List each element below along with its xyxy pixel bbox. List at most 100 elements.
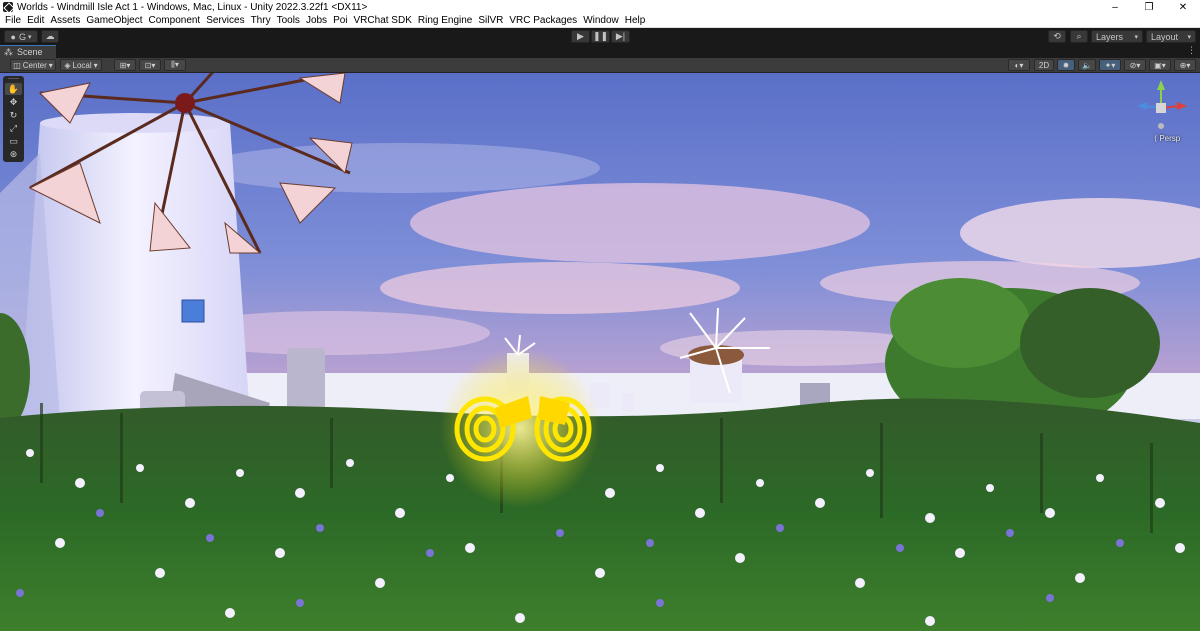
menu-ring-engine[interactable]: Ring Engine — [415, 15, 475, 26]
toggle-2d-button[interactable]: 2D — [1034, 59, 1054, 71]
menu-component[interactable]: Component — [146, 15, 204, 26]
scene-viewport[interactable] — [0, 73, 1200, 631]
eye-slash-icon: ⊘▾ — [1129, 60, 1141, 70]
camera-icon: ▣▾ — [1154, 60, 1166, 70]
rotate-tool-button[interactable]: ↻ — [5, 109, 22, 121]
lighting-toggle[interactable]: ✹ — [1057, 59, 1075, 71]
account-label: G — [18, 31, 26, 42]
menu-vrc-packages[interactable]: VRC Packages — [506, 15, 580, 26]
chevron-down-icon: ▾ — [48, 60, 53, 70]
hand-tool-button[interactable]: ✋ — [5, 83, 22, 95]
menu-thry[interactable]: Thry — [248, 15, 274, 26]
move-tool-button[interactable]: ✥ — [5, 96, 22, 108]
hidden-objects-toggle[interactable]: ⊘▾ — [1124, 59, 1146, 71]
cloud-button[interactable]: ☁ — [41, 30, 59, 43]
pivot-label: Center — [22, 60, 47, 70]
undo-history-button[interactable]: ⟲ — [1048, 30, 1066, 43]
hand-icon: ✋ — [7, 83, 20, 94]
effects-icon: ✦▾ — [1104, 60, 1116, 70]
step-button[interactable]: ▶| — [611, 30, 630, 43]
maximize-button[interactable]: ❐ — [1132, 0, 1166, 14]
account-dropdown[interactable]: ● G ▾ — [4, 30, 38, 43]
history-icon: ⟲ — [1053, 31, 1061, 41]
rect-icon: ▭ — [9, 135, 18, 146]
window-title: Worlds - Windmill Isle Act 1 - Windows, … — [17, 1, 368, 13]
draw-mode-dropdown[interactable]: ◐▾ — [1008, 59, 1030, 71]
layout-label: Layout — [1151, 31, 1179, 42]
transform-tool-button[interactable]: ⊛ — [5, 148, 22, 160]
menu-tools[interactable]: Tools — [274, 15, 303, 26]
rotate-icon: ↻ — [9, 109, 18, 120]
pivot-space-dropdown[interactable]: ◈ Local ▾ — [60, 59, 102, 71]
camera-settings-dropdown[interactable]: ▣▾ — [1149, 59, 1171, 71]
effects-dropdown[interactable]: ✦▾ — [1099, 59, 1121, 71]
grid-icon: ⊞▾ — [119, 60, 131, 70]
projection-label[interactable]: ⟨ Persp — [1154, 134, 1180, 143]
scale-tool-button[interactable]: ⤢ — [5, 122, 22, 134]
menu-gameobject[interactable]: GameObject — [83, 15, 145, 26]
menu-edit[interactable]: Edit — [24, 15, 47, 26]
rect-tool-button[interactable]: ▭ — [5, 135, 22, 147]
minimize-button[interactable]: – — [1098, 0, 1132, 14]
chevron-down-icon: ▾ — [93, 60, 98, 70]
menu-help[interactable]: Help — [622, 15, 649, 26]
gizmo-z-cone[interactable] — [1137, 102, 1147, 110]
shading-mode-icon: ◐▾ — [1014, 60, 1024, 70]
pivot-mode-dropdown[interactable]: ◫ Center ▾ — [10, 59, 56, 71]
main-toolbar: ● G ▾ ☁ ▶ ❚❚ ▶| ⟲ ⌕ Layers ▾ Layout ▾ — [0, 28, 1200, 45]
title-bar: Worlds - Windmill Isle Act 1 - Windows, … — [0, 0, 1200, 14]
projection-text: Persp — [1159, 134, 1181, 143]
play-icon: ▶ — [577, 31, 584, 41]
play-controls: ▶ ❚❚ ▶| — [571, 30, 630, 43]
unity-logo-icon — [3, 2, 13, 12]
menu-services[interactable]: Services — [203, 15, 247, 26]
local-space-icon: ◈ — [64, 60, 71, 70]
palette-grip[interactable] — [8, 78, 19, 82]
pivot-icon: ◫ — [13, 60, 21, 70]
gizmo-center-cube[interactable] — [1156, 103, 1166, 113]
pause-button[interactable]: ❚❚ — [591, 30, 610, 43]
menu-vrchat-sdk[interactable]: VRChat SDK — [351, 15, 415, 26]
audio-toggle[interactable]: 🔈 — [1078, 59, 1096, 71]
space-label: Local — [72, 60, 92, 70]
grid-visibility-button[interactable]: ⊡▾ — [139, 59, 161, 71]
gizmos-dropdown[interactable]: ⊕▾ — [1174, 59, 1196, 71]
scene-toolbar: ◫ Center ▾ ◈ Local ▾ ⊞▾ ⊡▾ ⫼▾ ◐▾ 2D ✹ 🔈 … — [0, 58, 1200, 73]
menu-silvr[interactable]: SilVR — [475, 15, 506, 26]
speaker-icon: 🔈 — [1082, 60, 1092, 70]
transform-icon: ⊛ — [9, 148, 18, 159]
light-bulb-icon: ✹ — [1062, 60, 1070, 70]
menu-assets[interactable]: Assets — [47, 15, 83, 26]
menu-poi[interactable]: Poi — [330, 15, 350, 26]
menu-file[interactable]: File — [2, 15, 24, 26]
chevron-down-icon: ▾ — [27, 33, 32, 41]
account-icon: ● — [10, 31, 16, 42]
tab-options-button[interactable]: ⋮ — [1187, 45, 1196, 56]
scale-icon: ⤢ — [9, 122, 18, 133]
tab-scene[interactable]: ⁂ Scene — [0, 45, 56, 58]
chevron-down-icon: ▾ — [1187, 33, 1191, 41]
gizmo-x-cone[interactable] — [1177, 102, 1187, 110]
gizmo-neg-y[interactable] — [1158, 123, 1164, 129]
layers-dropdown[interactable]: Layers ▾ — [1091, 30, 1143, 43]
scene-grid-icon: ⁂ — [4, 46, 13, 57]
cloud-icon: ☁ — [45, 31, 55, 41]
tools-palette: ✋ ✥ ↻ ⤢ ▭ ⊛ — [3, 76, 24, 162]
menu-window[interactable]: Window — [580, 15, 622, 26]
scene-tab-label: Scene — [17, 47, 43, 57]
play-button[interactable]: ▶ — [571, 30, 590, 43]
gizmos-icon: ⊕▾ — [1179, 60, 1191, 70]
layers-label: Layers — [1096, 31, 1124, 42]
grid-snap-button[interactable]: ⊞▾ — [114, 59, 136, 71]
layout-dropdown[interactable]: Layout ▾ — [1146, 30, 1196, 43]
pause-icon: ❚❚ — [592, 31, 609, 41]
increment-snap-button[interactable]: ⫼▾ — [164, 59, 186, 71]
move-icon: ✥ — [9, 96, 18, 107]
close-button[interactable]: ✕ — [1166, 0, 1200, 14]
grid-dots-icon: ⊡▾ — [144, 60, 156, 70]
2d-label: 2D — [1038, 60, 1050, 70]
search-button[interactable]: ⌕ — [1070, 30, 1088, 43]
menu-jobs[interactable]: Jobs — [303, 15, 330, 26]
gizmo-y-cone[interactable] — [1157, 80, 1165, 90]
chevron-down-icon: ▾ — [1134, 33, 1138, 41]
